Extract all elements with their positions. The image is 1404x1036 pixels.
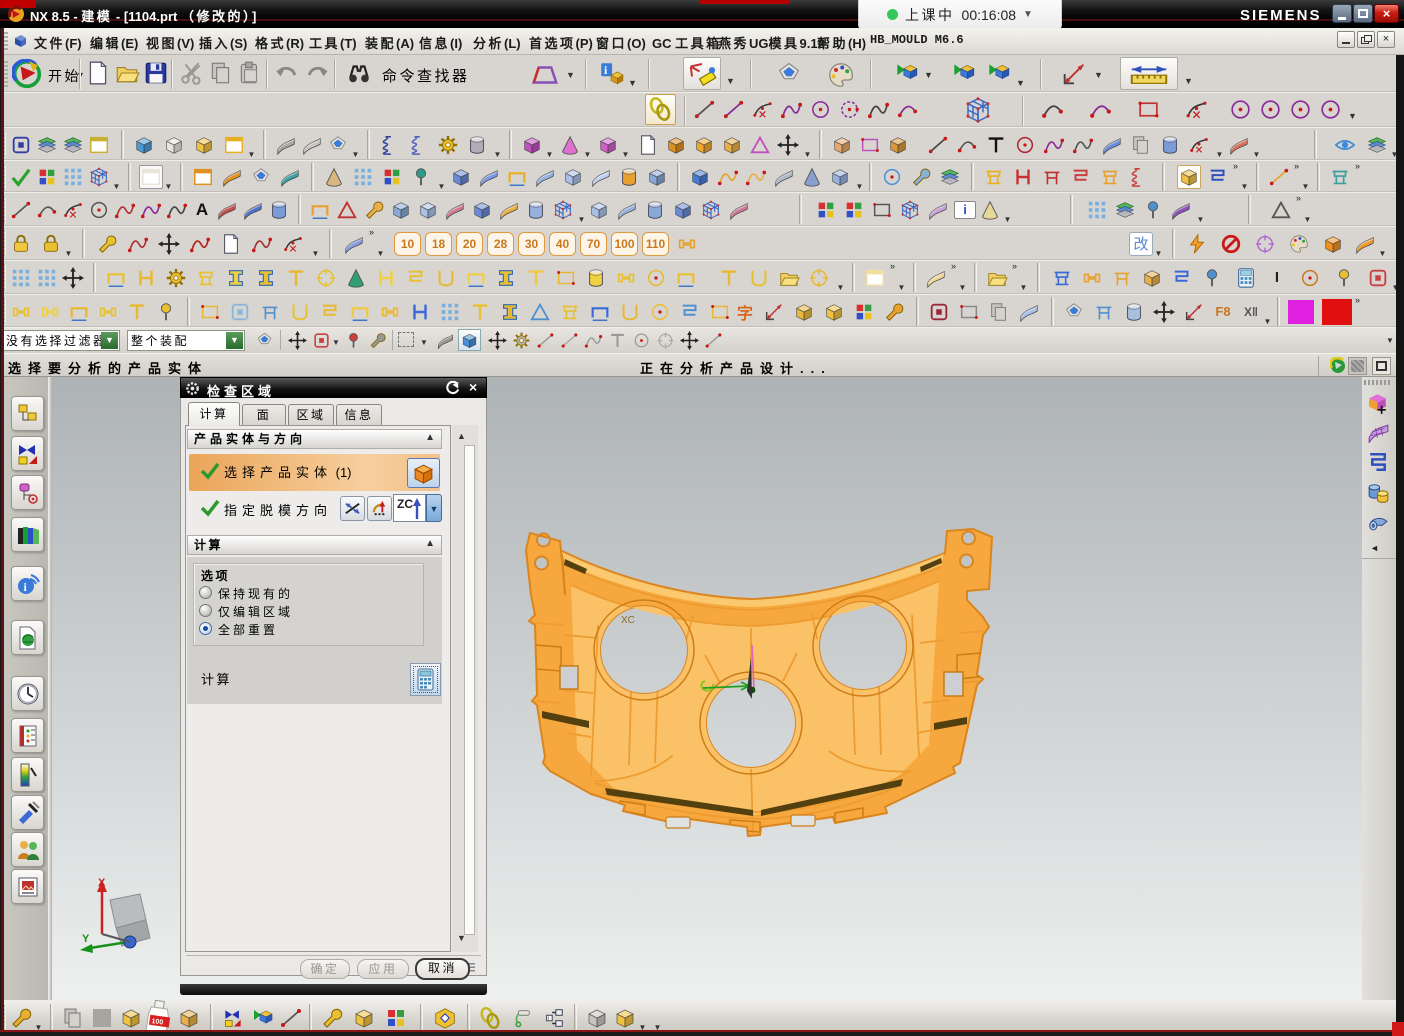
- svg-text:Y: Y: [82, 933, 90, 945]
- svg-text:i: i: [548, 1016, 549, 1022]
- svg-text:X: X: [98, 877, 106, 889]
- svg-text:XC: XC: [621, 615, 635, 626]
